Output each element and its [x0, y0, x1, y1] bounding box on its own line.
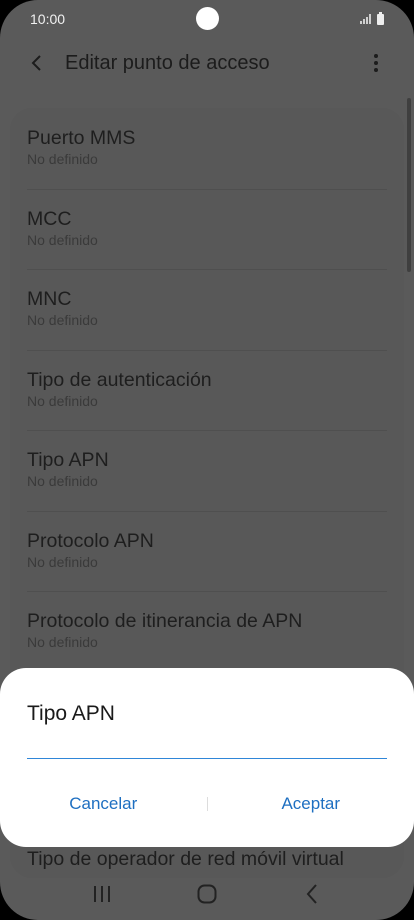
phone-screen: 10:00 Editar punto de acceso Puerto MMS … [0, 0, 414, 920]
home-button[interactable] [177, 874, 237, 914]
dialog-title: Tipo APN [27, 702, 115, 725]
settings-list: Puerto MMS No definido MCC No definido M… [10, 108, 404, 672]
back-button[interactable] [12, 38, 62, 88]
item-title: MCC [27, 207, 72, 230]
status-icons [360, 11, 384, 25]
battery-icon [377, 11, 384, 25]
item-value: No definido [27, 473, 98, 489]
dialog-actions: Cancelar Aceptar [0, 786, 414, 822]
navigation-bar [0, 868, 414, 920]
list-item-puerto-mms[interactable]: Puerto MMS No definido [10, 108, 404, 189]
apn-type-dialog: Tipo APN Cancelar Aceptar [0, 668, 414, 847]
item-title: MNC [27, 288, 72, 310]
item-value: No definido [27, 392, 98, 409]
status-time: 10:00 [30, 11, 66, 27]
item-value: No definido [27, 312, 98, 328]
recents-button[interactable] [72, 874, 132, 914]
list-item-mcc[interactable]: MCC No definido [10, 188, 404, 270]
scrollbar[interactable] [407, 98, 411, 272]
item-title: Tipo de autenticación [27, 368, 212, 391]
back-icon [306, 884, 317, 904]
item-title: Puerto MMS [27, 127, 136, 149]
item-value: No definido [27, 231, 98, 248]
app-bar: Editar punto de acceso [0, 38, 414, 88]
apn-type-input[interactable] [27, 728, 387, 759]
list-item-tipo-apn[interactable]: Tipo APN No definido [10, 430, 404, 511]
more-options-button[interactable] [356, 38, 396, 88]
home-icon [197, 884, 217, 904]
signal-icon [360, 14, 371, 24]
accept-button[interactable]: Aceptar [208, 794, 414, 814]
recents-icon [94, 886, 111, 902]
more-vertical-icon [374, 54, 378, 58]
list-item-mnc[interactable]: MNC No definido [10, 269, 404, 350]
item-value: No definido [27, 151, 98, 167]
item-value: No definido [27, 553, 98, 570]
chevron-left-icon [31, 55, 41, 71]
list-item-protocolo-itinerancia[interactable]: Protocolo de itinerancia de APN No defin… [10, 591, 404, 672]
item-title: Protocolo de itinerancia de APN [27, 610, 303, 632]
list-item-tipo-autenticacion[interactable]: Tipo de autenticación No definido [10, 349, 404, 431]
item-title: Protocolo APN [27, 529, 154, 552]
list-item-protocolo-apn[interactable]: Protocolo APN No definido [10, 510, 404, 592]
item-value: No definido [27, 634, 98, 650]
page-title: Editar punto de acceso [65, 51, 270, 74]
cancel-button[interactable]: Cancelar [0, 794, 207, 814]
item-title: Tipo APN [27, 449, 109, 471]
front-camera [196, 7, 219, 30]
nav-back-button[interactable] [282, 874, 342, 914]
